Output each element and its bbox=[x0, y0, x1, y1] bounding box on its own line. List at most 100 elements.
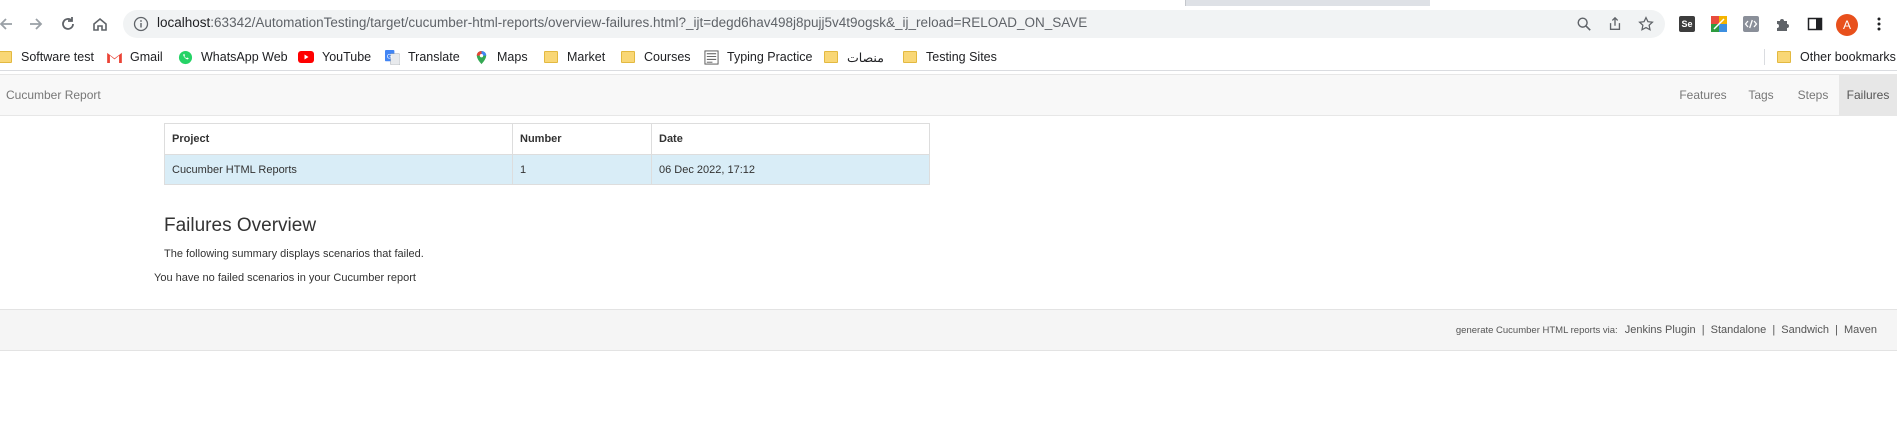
code-icon bbox=[1743, 16, 1759, 32]
brand-link[interactable]: Cucumber Report bbox=[6, 88, 101, 102]
footer-separator: | bbox=[1835, 324, 1838, 336]
sandwich-link[interactable]: Sandwich bbox=[1781, 324, 1829, 336]
share-button[interactable] bbox=[1606, 15, 1624, 33]
bookmark-market[interactable]: Market bbox=[543, 47, 605, 67]
overview-summary: The following summary displays scenarios… bbox=[164, 248, 424, 260]
table-header-row: Project Number Date bbox=[164, 123, 930, 155]
selenium-icon: Se bbox=[1679, 16, 1695, 32]
devtools-extension-button[interactable] bbox=[1742, 15, 1760, 33]
footer-prefix: generate Cucumber HTML reports via: bbox=[1455, 325, 1618, 336]
folder-icon bbox=[620, 49, 636, 65]
zoom-button[interactable] bbox=[1575, 15, 1593, 33]
back-button[interactable] bbox=[0, 10, 20, 38]
bookmarks-bar: Software test Gmail WhatsApp Web YouTube… bbox=[0, 42, 1897, 71]
side-panel-button[interactable] bbox=[1806, 15, 1824, 33]
footer-separator: | bbox=[1701, 324, 1705, 336]
nav-features[interactable]: Features bbox=[1672, 75, 1734, 115]
other-bookmarks-label: Other bookmarks bbox=[1800, 50, 1896, 64]
folder-icon bbox=[543, 49, 559, 65]
jenkins-plugin-link[interactable]: Jenkins Plugin bbox=[1625, 324, 1696, 336]
bookmark-software-test[interactable]: Software test bbox=[0, 47, 94, 67]
bookmark-label: Typing Practice bbox=[727, 50, 813, 64]
maps-icon bbox=[473, 49, 489, 65]
standalone-link[interactable]: Standalone bbox=[1711, 324, 1767, 336]
kebab-menu-icon bbox=[1877, 17, 1881, 31]
folder-icon bbox=[823, 49, 839, 65]
site-info-icon[interactable] bbox=[133, 16, 149, 32]
browser-toolbar: localhost:63342/AutomationTesting/target… bbox=[0, 6, 1897, 42]
nav-tags[interactable]: Tags bbox=[1735, 75, 1787, 115]
extensions-button[interactable] bbox=[1774, 15, 1792, 33]
url-text[interactable]: localhost:63342/AutomationTesting/target… bbox=[157, 15, 1087, 30]
bookmark-whatsapp[interactable]: WhatsApp Web bbox=[177, 47, 288, 67]
folder-icon bbox=[0, 49, 13, 65]
whatsapp-icon bbox=[177, 49, 193, 65]
colorful-extension-button[interactable] bbox=[1710, 15, 1728, 33]
forward-button[interactable] bbox=[22, 10, 50, 38]
column-header-project: Project bbox=[164, 123, 513, 155]
bookmark-label: Courses bbox=[644, 50, 691, 64]
gmail-icon bbox=[106, 49, 122, 65]
nav-failures[interactable]: Failures bbox=[1839, 75, 1897, 115]
selenium-extension-button[interactable]: Se bbox=[1678, 15, 1696, 33]
bookmark-label: Testing Sites bbox=[926, 50, 997, 64]
bookmark-label: Software test bbox=[21, 50, 94, 64]
report-info-table: Project Number Date Cucumber HTML Report… bbox=[164, 123, 930, 185]
youtube-icon bbox=[298, 49, 314, 65]
browser-menu-button[interactable] bbox=[1870, 15, 1888, 33]
back-arrow-icon bbox=[0, 18, 12, 30]
svg-text:G: G bbox=[386, 53, 391, 60]
nav-steps[interactable]: Steps bbox=[1788, 75, 1838, 115]
bookmark-platforms[interactable]: منصات bbox=[823, 47, 884, 67]
column-header-number: Number bbox=[512, 123, 652, 155]
folder-icon bbox=[1776, 49, 1792, 65]
bookmarks-divider bbox=[1764, 49, 1765, 65]
bookmark-label: Translate bbox=[408, 50, 460, 64]
page-title: Failures Overview bbox=[164, 215, 317, 236]
side-panel-icon bbox=[1807, 17, 1823, 31]
maven-link[interactable]: Maven bbox=[1844, 324, 1877, 336]
forward-arrow-icon bbox=[30, 18, 43, 30]
bookmark-label: Maps bbox=[497, 50, 528, 64]
bookmark-typing-practice[interactable]: Typing Practice bbox=[703, 47, 812, 67]
puzzle-icon bbox=[1777, 19, 1789, 31]
project-cell: Cucumber HTML Reports bbox=[164, 154, 513, 185]
table-row: Cucumber HTML Reports 1 06 Dec 2022, 17:… bbox=[164, 154, 930, 185]
url-host: localhost bbox=[157, 15, 211, 30]
footer-separator: | bbox=[1772, 324, 1776, 336]
other-bookmarks[interactable]: Other bookmarks bbox=[1776, 47, 1896, 67]
report-footer: generate Cucumber HTML reports via: Jenk… bbox=[0, 309, 1897, 351]
bookmark-label: WhatsApp Web bbox=[201, 50, 288, 64]
share-icon bbox=[1609, 16, 1621, 30]
translate-icon: G bbox=[384, 49, 400, 65]
zoom-icon bbox=[1577, 17, 1591, 31]
bookmark-youtube[interactable]: YouTube bbox=[298, 47, 371, 67]
reload-icon bbox=[62, 17, 74, 30]
number-cell: 1 bbox=[512, 154, 652, 185]
bookmark-label: Gmail bbox=[130, 50, 163, 64]
star-icon bbox=[1638, 16, 1654, 31]
date-cell: 06 Dec 2022, 17:12 bbox=[651, 154, 930, 185]
profile-avatar[interactable]: A bbox=[1836, 14, 1858, 36]
empty-state-message: You have no failed scenarios in your Cuc… bbox=[154, 272, 416, 284]
home-button[interactable] bbox=[86, 10, 114, 38]
folder-icon bbox=[902, 49, 918, 65]
home-icon bbox=[93, 17, 107, 31]
bookmark-courses[interactable]: Courses bbox=[620, 47, 691, 67]
report-navbar: Cucumber Report Features Tags Steps Fail… bbox=[0, 74, 1897, 116]
bookmark-star-button[interactable] bbox=[1637, 15, 1655, 33]
bookmark-label: YouTube bbox=[322, 50, 372, 64]
address-bar[interactable]: localhost:63342/AutomationTesting/target… bbox=[123, 10, 1665, 38]
bookmark-label: منصات bbox=[847, 50, 884, 65]
bookmark-maps[interactable]: Maps bbox=[473, 47, 528, 67]
column-header-date: Date bbox=[651, 123, 930, 155]
reload-button[interactable] bbox=[54, 10, 82, 38]
bookmark-gmail[interactable]: Gmail bbox=[106, 47, 163, 67]
url-path: :63342/AutomationTesting/target/cucumber… bbox=[210, 15, 1088, 30]
bookmark-translate[interactable]: G Translate bbox=[384, 47, 460, 67]
color-grid-icon bbox=[1711, 16, 1727, 32]
bookmark-testing-sites[interactable]: Testing Sites bbox=[902, 47, 997, 67]
typing-icon bbox=[703, 49, 719, 65]
footer-links: generate Cucumber HTML reports via: Jenk… bbox=[1456, 324, 1877, 336]
bookmark-label: Market bbox=[567, 50, 606, 64]
